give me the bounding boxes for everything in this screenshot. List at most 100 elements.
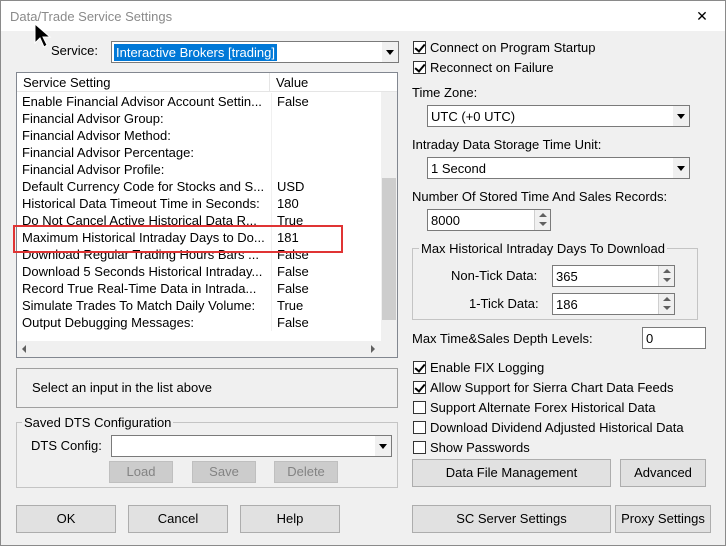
setting-value-cell[interactable]: False: [277, 94, 309, 109]
scroll-left-icon[interactable]: [22, 345, 26, 353]
connect-startup-label[interactable]: Connect on Program Startup: [430, 40, 595, 55]
sc-server-settings-button[interactable]: SC Server Settings: [412, 505, 611, 533]
stepper-buttons[interactable]: [534, 210, 550, 230]
advanced-button[interactable]: Advanced: [620, 459, 706, 487]
forex-checkbox[interactable]: [413, 401, 426, 414]
table-row[interactable]: Financial Advisor Method:: [17, 127, 381, 144]
column-header-setting[interactable]: Service Setting: [23, 75, 110, 90]
vertical-scrollbar[interactable]: [381, 92, 397, 341]
setting-name-cell[interactable]: Simulate Trades To Match Daily Volume:: [22, 298, 270, 313]
records-value: 8000: [431, 213, 460, 228]
table-row[interactable]: Financial Advisor Group:: [17, 110, 381, 127]
settings-window: Data/Trade Service Settings ✕ Service: I…: [0, 0, 726, 546]
storage-unit-label: Intraday Data Storage Time Unit:: [412, 137, 602, 152]
service-dropdown[interactable]: Interactive Brokers [trading]: [111, 41, 399, 63]
service-settings-table[interactable]: Service Setting Value Enable Financial A…: [16, 72, 398, 358]
table-row[interactable]: Output Debugging Messages: False: [17, 314, 381, 331]
arrow-up-icon[interactable]: [663, 269, 671, 273]
setting-name-cell[interactable]: Historical Data Timeout Time in Seconds:: [22, 196, 270, 211]
cancel-button[interactable]: Cancel: [128, 505, 228, 533]
table-row[interactable]: Default Currency Code for Stocks and S..…: [17, 178, 381, 195]
cell-divider: [271, 195, 272, 212]
close-icon[interactable]: ✕: [679, 1, 725, 31]
arrow-down-icon[interactable]: [663, 306, 671, 310]
cell-divider: [271, 127, 272, 144]
storage-unit-value: 1 Second: [431, 161, 486, 176]
delete-button[interactable]: Delete: [274, 461, 338, 483]
timezone-dropdown[interactable]: UTC (+0 UTC): [427, 105, 690, 127]
depth-levels-input[interactable]: 0: [642, 327, 706, 349]
chevron-down-icon[interactable]: [672, 106, 689, 126]
setting-name-cell[interactable]: Record True Real-Time Data in Intrada...: [22, 281, 270, 296]
service-label: Service:: [51, 43, 98, 58]
timezone-value: UTC (+0 UTC): [431, 109, 516, 124]
setting-name-cell[interactable]: Financial Advisor Percentage:: [22, 145, 270, 160]
chevron-down-icon[interactable]: [672, 158, 689, 178]
cell-divider: [271, 297, 272, 314]
stepper-buttons[interactable]: [658, 266, 674, 286]
arrow-down-icon[interactable]: [663, 278, 671, 282]
setting-name-cell[interactable]: Financial Advisor Group:: [22, 111, 270, 126]
show-passwords-checkbox[interactable]: [413, 441, 426, 454]
table-row[interactable]: Simulate Trades To Match Daily Volume: Tr…: [17, 297, 381, 314]
fix-logging-checkbox[interactable]: [413, 361, 426, 374]
scroll-corner: [381, 341, 397, 357]
setting-value-cell[interactable]: 180: [277, 196, 299, 211]
table-row[interactable]: Enable Financial Advisor Account Settin.…: [17, 93, 381, 110]
column-header-value[interactable]: Value: [276, 75, 308, 90]
records-stepper[interactable]: 8000: [427, 209, 551, 231]
setting-name-cell[interactable]: Default Currency Code for Stocks and S..…: [22, 179, 270, 194]
ok-button[interactable]: OK: [16, 505, 116, 533]
table-row[interactable]: Record True Real-Time Data in Intrada...…: [17, 280, 381, 297]
table-row[interactable]: Financial Advisor Percentage:: [17, 144, 381, 161]
arrow-up-icon[interactable]: [539, 213, 547, 217]
max-days-title: Max Historical Intraday Days To Download: [419, 241, 667, 256]
table-row[interactable]: Financial Advisor Profile:: [17, 161, 381, 178]
reconnect-checkbox[interactable]: [413, 61, 426, 74]
table-header: Service Setting Value: [17, 73, 397, 92]
one-tick-stepper[interactable]: 186: [552, 293, 675, 315]
header-divider: [269, 73, 270, 92]
setting-value-cell[interactable]: True: [277, 298, 303, 313]
help-button[interactable]: Help: [240, 505, 340, 533]
setting-value-cell[interactable]: False: [277, 264, 309, 279]
chevron-down-icon[interactable]: [381, 42, 398, 62]
setting-value-cell[interactable]: False: [277, 281, 309, 296]
setting-name-cell[interactable]: Output Debugging Messages:: [22, 315, 270, 330]
storage-unit-dropdown[interactable]: 1 Second: [427, 157, 690, 179]
setting-value-cell[interactable]: USD: [277, 179, 304, 194]
load-button[interactable]: Load: [109, 461, 173, 483]
dividend-checkbox[interactable]: [413, 421, 426, 434]
data-file-management-button[interactable]: Data File Management: [412, 459, 611, 487]
connect-startup-checkbox[interactable]: [413, 41, 426, 54]
reconnect-label[interactable]: Reconnect on Failure: [430, 60, 554, 75]
allow-sierra-label[interactable]: Allow Support for Sierra Chart Data Feed…: [430, 380, 674, 395]
table-row[interactable]: Download 5 Seconds Historical Intraday..…: [17, 263, 381, 280]
arrow-up-icon[interactable]: [663, 297, 671, 301]
horizontal-scrollbar[interactable]: [17, 341, 381, 357]
setting-name-cell[interactable]: Download 5 Seconds Historical Intraday..…: [22, 264, 270, 279]
setting-value-cell[interactable]: False: [277, 315, 309, 330]
proxy-settings-button[interactable]: Proxy Settings: [615, 505, 711, 533]
arrow-down-icon[interactable]: [539, 222, 547, 226]
setting-name-cell[interactable]: Financial Advisor Method:: [22, 128, 270, 143]
scroll-right-icon[interactable]: [371, 345, 375, 353]
cell-divider: [271, 280, 272, 297]
cell-divider: [271, 314, 272, 331]
save-button[interactable]: Save: [192, 461, 256, 483]
setting-name-cell[interactable]: Financial Advisor Profile:: [22, 162, 270, 177]
highlight-annotation: [13, 225, 343, 253]
fix-logging-label[interactable]: Enable FIX Logging: [430, 360, 544, 375]
table-row[interactable]: Historical Data Timeout Time in Seconds:…: [17, 195, 381, 212]
non-tick-stepper[interactable]: 365: [552, 265, 675, 287]
scroll-thumb[interactable]: [382, 178, 396, 320]
stepper-buttons[interactable]: [658, 294, 674, 314]
show-passwords-label[interactable]: Show Passwords: [430, 440, 530, 455]
allow-sierra-checkbox[interactable]: [413, 381, 426, 394]
service-value: Interactive Brokers [trading]: [114, 44, 277, 61]
dividend-label[interactable]: Download Dividend Adjusted Historical Da…: [430, 420, 684, 435]
chevron-down-icon[interactable]: [374, 436, 391, 456]
dts-config-dropdown[interactable]: [111, 435, 392, 457]
setting-name-cell[interactable]: Enable Financial Advisor Account Settin.…: [22, 94, 270, 109]
forex-label[interactable]: Support Alternate Forex Historical Data: [430, 400, 655, 415]
